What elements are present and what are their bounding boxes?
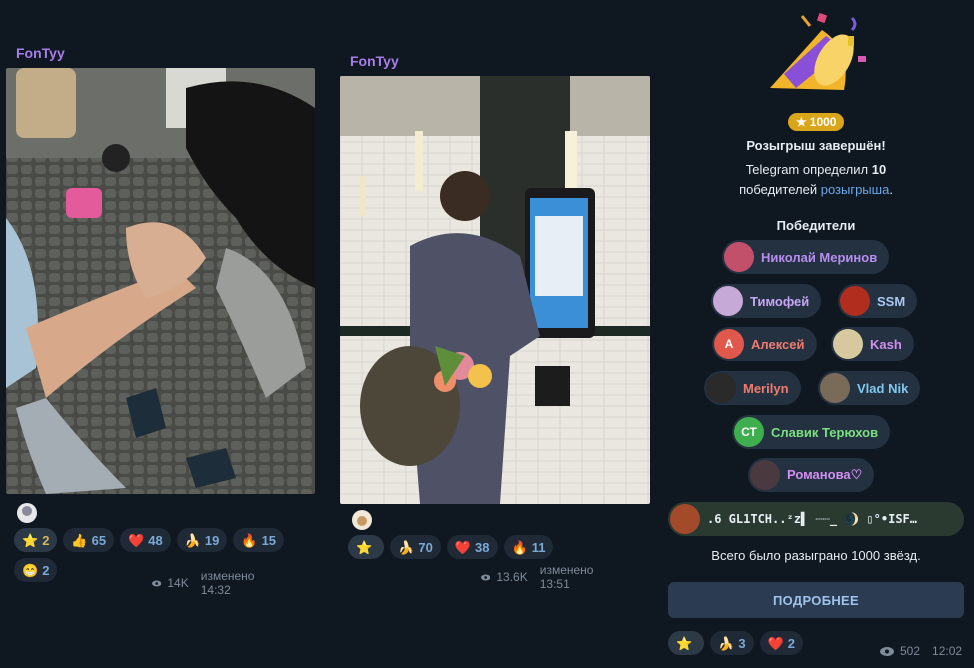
reaction-chip-star[interactable]: ⭐ — [668, 631, 705, 655]
winner-avatar — [750, 460, 780, 490]
winner-avatar — [820, 373, 850, 403]
giveaway-total: Всего было разыграно 1000 звёзд. — [711, 548, 921, 563]
giveaway-title: Розыгрыш завершён! — [746, 138, 886, 153]
thumbs-up-icon: 👍 — [71, 532, 88, 548]
edited-time: изменено 14:32 — [200, 569, 255, 597]
post-2-reactions: ⭐ 🍌 70 ❤️ 38 🔥 11 — [348, 535, 648, 559]
reaction-chip-grin[interactable]: 😁 2 — [14, 558, 58, 582]
reaction-chip-thumbs-up[interactable]: 👍 65 — [63, 528, 115, 552]
more-details-button[interactable]: ПОДРОБНЕЕ — [668, 582, 964, 618]
winner-avatar — [833, 329, 863, 359]
star-icon: ⭐ — [356, 539, 373, 555]
views-count: 502 — [900, 644, 921, 658]
message-time: 12:02 — [932, 644, 963, 658]
banana-icon: 🍌 — [184, 532, 201, 548]
giveaway-link[interactable]: розыгрыша — [821, 182, 890, 197]
winner-chip[interactable]: SSM — [838, 284, 918, 318]
star-icon: ⭐ — [676, 635, 693, 651]
views-count: 14K — [167, 576, 189, 590]
reaction-chip-heart[interactable]: ❤️ 38 — [446, 535, 498, 559]
giveaway-description: Telegram определил 10 победителей розыгр… — [739, 162, 893, 197]
winner-chip[interactable]: Романова♡ — [748, 458, 875, 492]
post-photo-kiosk[interactable] — [340, 76, 650, 504]
views-eye-icon — [481, 573, 491, 581]
winner-avatar — [840, 286, 870, 316]
post-author[interactable]: FonTyy — [16, 45, 65, 61]
winner-chip[interactable]: Николай Меринов — [722, 240, 890, 274]
winner-avatar: А — [714, 329, 744, 359]
reaction-chip-banana[interactable]: 🍌 3 — [710, 631, 754, 655]
reaction-chip-fire[interactable]: 🔥 15 — [233, 528, 285, 552]
star-icon: ⭐ — [22, 532, 39, 548]
winner-chip[interactable]: Kash — [831, 327, 914, 361]
banana-icon: 🍌 — [398, 539, 415, 555]
winner-avatar: СТ — [734, 417, 764, 447]
star-icon: ★ — [796, 115, 807, 129]
heart-icon: ❤️ — [767, 635, 784, 651]
winner-avatar — [713, 286, 743, 316]
post-author[interactable]: FonTyy — [350, 53, 399, 69]
winner-chip[interactable]: Тимофей — [711, 284, 822, 318]
glitch-user-banner[interactable]: .6 GL1TCH..ᶻz▌ ┈┈_ 🌒 ▯°•ISF… — [668, 502, 964, 536]
winner-chip[interactable]: Vlad Nik — [818, 371, 921, 405]
fire-icon: 🔥 — [241, 532, 258, 548]
party-popper-icon — [770, 12, 866, 90]
grin-icon: 😁 — [22, 562, 39, 578]
winner-chip[interactable]: СТ Славик Терюхов — [732, 415, 891, 449]
reaction-chip-star[interactable]: ⭐ — [348, 535, 385, 559]
giveaway-reactions: ⭐ 🍌 3 ❤️ 2 — [668, 631, 804, 655]
winner-chip[interactable]: А Алексей — [712, 327, 817, 361]
winner-avatar — [706, 373, 736, 403]
reactor-avatar[interactable] — [351, 509, 373, 531]
views-eye-icon — [880, 646, 894, 656]
reaction-chip-fire[interactable]: 🔥 11 — [503, 535, 554, 559]
winner-avatar — [670, 504, 700, 534]
winner-avatar — [724, 242, 754, 272]
heart-icon: ❤️ — [454, 539, 472, 555]
reaction-chip-star[interactable]: ⭐ 2 — [14, 528, 58, 552]
winner-chip[interactable]: Merilyn — [704, 371, 801, 405]
reaction-chip-heart[interactable]: ❤️ 2 — [759, 631, 804, 655]
post-1-meta: 14K изменено 14:32 — [152, 569, 259, 597]
views-eye-icon — [152, 579, 162, 587]
reaction-chip-banana[interactable]: 🍌 19 — [176, 528, 228, 552]
banana-icon: 🍌 — [718, 635, 735, 651]
views-count: 13.6K — [496, 570, 528, 584]
stars-badge: ★ 1000 — [788, 113, 845, 131]
reaction-chip-banana[interactable]: 🍌 70 — [390, 535, 441, 559]
heart-icon: ❤️ — [128, 532, 145, 548]
post-photo-hands[interactable] — [6, 68, 315, 494]
giveaway-meta: 502 12:02 — [880, 644, 962, 658]
fire-icon: 🔥 — [511, 539, 528, 555]
reaction-chip-heart[interactable]: ❤️ 48 — [120, 528, 171, 552]
reactor-avatar[interactable] — [16, 502, 38, 524]
edited-time: изменено 13:51 — [539, 563, 594, 591]
giveaway-result-card: ★ 1000 Розыгрыш завершён! Telegram опред… — [666, 0, 966, 668]
post-2-meta: 13.6K изменено 13:51 — [481, 563, 598, 591]
winners-heading: Победители — [776, 218, 856, 233]
